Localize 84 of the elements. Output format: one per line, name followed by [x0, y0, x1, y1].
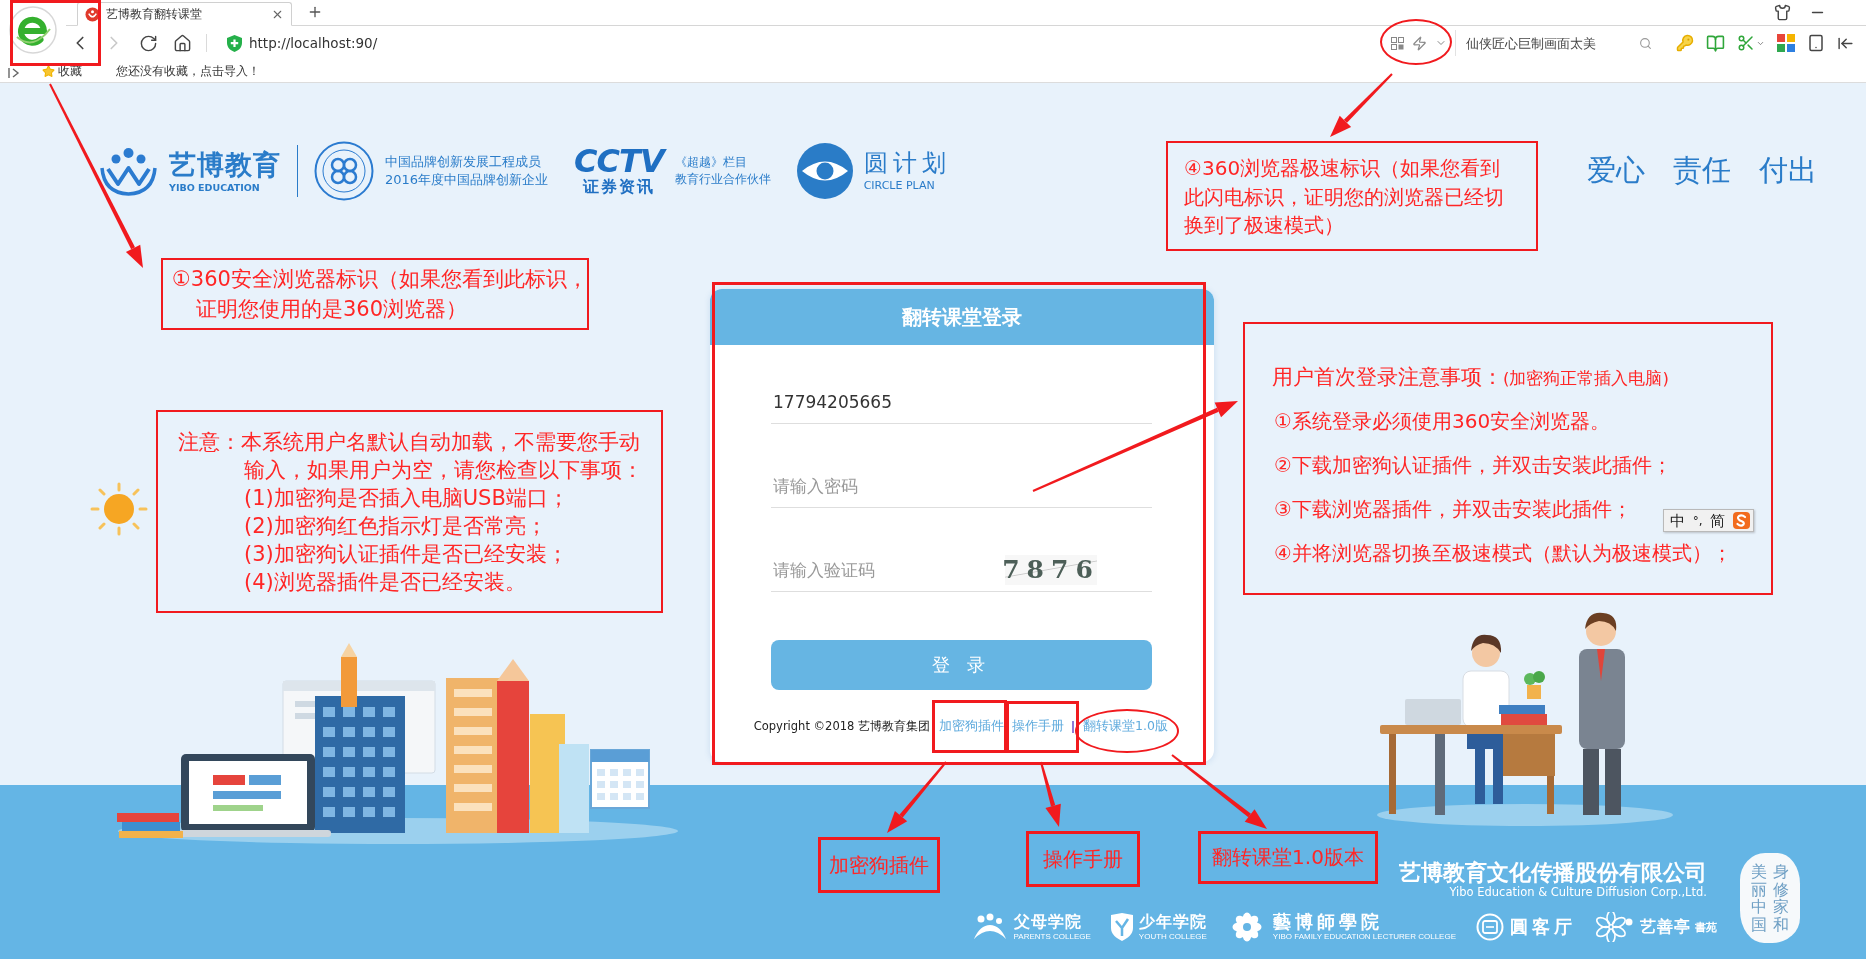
- tablet-icon[interactable]: [1807, 34, 1825, 52]
- password-field[interactable]: 请输入密码: [771, 464, 1152, 507]
- annotation-item: (1)加密狗是否插入电脑USB端口；: [243, 485, 569, 512]
- family-icon: [971, 913, 1008, 941]
- brand-tagline: YIBO EDUCATION: [169, 180, 261, 194]
- ime-script[interactable]: 简: [1710, 510, 1726, 531]
- annotation-label: 加密狗插件: [818, 837, 940, 893]
- browser-logo-icon: [9, 6, 57, 54]
- captcha-field[interactable]: 请输入验证码: [771, 548, 1005, 591]
- college-subtitle: PARENTS COLLEGE: [1013, 932, 1091, 942]
- seal-text: 美丽中国: [1751, 863, 1767, 936]
- ime-logo-icon: [1733, 512, 1750, 529]
- brand-logo-icon: [97, 146, 160, 196]
- college-subtitle: 書苑: [1695, 919, 1717, 935]
- annotation-subtitle: (加密狗正常插入电脑): [1503, 368, 1669, 390]
- lightning-icon[interactable]: [1412, 35, 1427, 51]
- shield-icon: [227, 34, 242, 52]
- brand-name: 艺博教育: [169, 148, 281, 181]
- bookmarks-hint: 您还没有收藏，点击导入！: [116, 64, 260, 79]
- sun-icon: [89, 482, 149, 536]
- apps-icon[interactable]: [1777, 34, 1795, 52]
- company-name-english: Yibo Education & Culture Diffusion Corp.,Ltd.: [1449, 885, 1707, 899]
- bookmarks-folder[interactable]: 收藏: [42, 64, 82, 79]
- annotation-text: ④360浏览器极速标识（如果您看到 此闪电标识，证明您的浏览器已经切 换到了极速模式）: [1184, 155, 1504, 239]
- annotation-ellipse: [1380, 19, 1452, 65]
- grid-icon[interactable]: [1391, 36, 1404, 50]
- annotation-item: (2)加密狗红色指示灯是否常亮；: [243, 513, 547, 540]
- card-header: 翻转课堂登录: [710, 289, 1214, 345]
- annotation-label: 翻转课堂1.0版本: [1198, 831, 1378, 884]
- annotation-title: 用户首次登录注意事项：: [1272, 364, 1503, 391]
- annotation-text: ①360安全浏览器标识（如果您看到此标识， 证明您使用的是360浏览器）: [172, 266, 588, 323]
- annotation-item: ①系统登录必须使用360安全浏览器。: [1273, 408, 1611, 435]
- annotation-item: ④并将浏览器切换至极速模式（默认为极速模式）；: [1273, 540, 1732, 567]
- annotation-item: ②下载加密狗认证插件，并双击安装此插件；: [1273, 452, 1672, 479]
- annotation-arrow: [1040, 761, 1061, 827]
- annotation-label: 操作手册: [1026, 831, 1140, 887]
- captcha-code[interactable]: 7876: [1005, 554, 1097, 585]
- scissors-icon[interactable]: [1737, 34, 1755, 52]
- slogan-text: 爱心: [1587, 152, 1645, 189]
- book-icon[interactable]: [1706, 33, 1725, 53]
- annotation-item: (4)浏览器插件是否已经安装。: [243, 569, 526, 596]
- copyright-text: Copyright ©2018 艺博教育集团: [753, 719, 930, 734]
- partner-text: 教育行业合作伙伴: [674, 171, 771, 188]
- reload-icon: [138, 33, 158, 53]
- ime-mode[interactable]: 中: [1670, 510, 1685, 531]
- annotation-item: (3)加密狗认证插件是否已经安装；: [243, 541, 568, 568]
- slogan-text: 付出: [1759, 152, 1817, 189]
- sidebar-toggle-icon[interactable]: [8, 67, 20, 79]
- plus-icon: [307, 4, 323, 20]
- college-name: 父母学院: [1013, 912, 1082, 932]
- seal-text: 身修家和: [1773, 863, 1789, 936]
- partner-text: 中国品牌创新发展工程成员: [385, 153, 542, 171]
- partner-text: 2016年度中国品牌创新企业: [385, 171, 549, 189]
- star-icon: [42, 65, 55, 78]
- search-field[interactable]: 仙侠匠心巨制画面太美: [1466, 32, 1633, 54]
- tv-logo-subtitle: 证券资讯: [582, 177, 655, 197]
- ime-punctuation[interactable]: °,: [1692, 510, 1703, 531]
- partner-text: 《超越》栏目: [674, 154, 748, 171]
- college-subtitle: YIBO FAMILY EDUCATION LECTURER COLLEGE: [1272, 932, 1456, 942]
- annotation-item: ③下载浏览器插件，并双击安装此插件；: [1273, 496, 1632, 523]
- college-name: 艺善亭: [1640, 917, 1691, 937]
- annotation-arrow: [1330, 73, 1393, 137]
- annotation-text: 注意：本系统用户名默认自动加载，不需要您手动 输入，如果用户为空，请您检查以下事项：: [178, 429, 643, 484]
- eye-icon: [796, 143, 853, 199]
- search-icon[interactable]: [1639, 36, 1652, 50]
- round-emblem-icon: [1476, 913, 1504, 941]
- shirt-icon[interactable]: [1774, 3, 1791, 21]
- college-subtitle: YOUTH COLLEGE: [1138, 932, 1207, 942]
- house-icon: [172, 33, 192, 53]
- slogan-text: 责任: [1673, 152, 1731, 189]
- shield-icon: [1110, 913, 1133, 941]
- address-field[interactable]: http://localhost:90/: [219, 29, 1455, 57]
- browser-tab[interactable]: 艺博教育翻转课堂: [77, 2, 292, 26]
- college-name: 藝博師學院: [1272, 912, 1383, 932]
- college-name: 少年学院: [1138, 912, 1207, 932]
- account-field[interactable]: 17794205665: [771, 380, 1152, 423]
- favicon-icon: [85, 6, 100, 22]
- company-name: 艺博教育文化传播股份有限公司: [1399, 861, 1707, 885]
- annotation-arrow: [887, 761, 947, 833]
- partner-text: CIRCLE PLAN: [863, 177, 936, 194]
- emblem-icon: [314, 141, 374, 201]
- college-name: 圓客厅: [1510, 917, 1576, 937]
- flower-outline-icon: [1596, 912, 1634, 942]
- partner-name: 圆计划: [863, 148, 951, 178]
